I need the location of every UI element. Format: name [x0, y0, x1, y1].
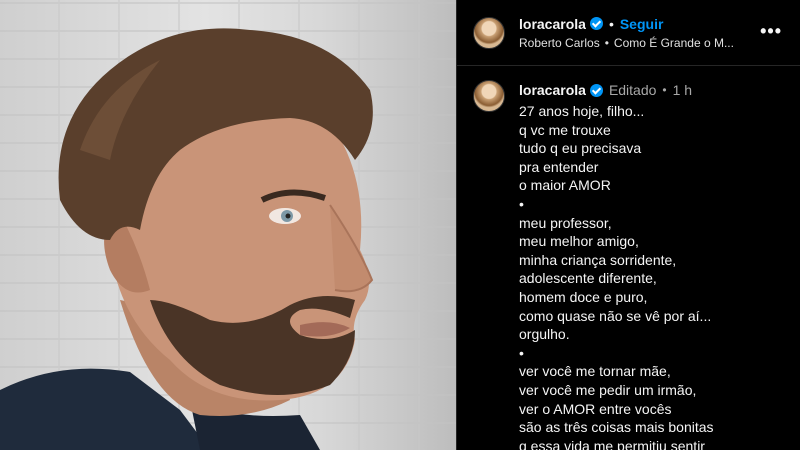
caption-line: orgulho.	[519, 326, 570, 343]
post-header: loracarola • Seguir Roberto Carlos • Com…	[457, 0, 800, 66]
caption-line: q essa vida me permitiu sentir	[519, 437, 705, 450]
audio-title: Como É Grande o M...	[613, 35, 734, 50]
separator-dot: •	[662, 83, 667, 97]
caption-line: meu professor,	[519, 214, 612, 231]
man-profile-image	[0, 28, 374, 450]
caption-line: •	[519, 344, 524, 361]
separator-dot: •	[608, 15, 614, 32]
caption-line: ver você me tornar mãe,	[519, 363, 671, 380]
avatar[interactable]	[473, 16, 505, 49]
caption-line: como quase não se vê por aí...	[519, 307, 712, 324]
caption-line: adolescente diferente,	[519, 270, 657, 287]
caption-line: ver você me pedir um irmão,	[519, 381, 697, 398]
audio-info[interactable]: Roberto Carlos • Como É Grande o M...	[519, 37, 734, 49]
caption-text: 27 anos hoje, filho... q vc me trouxe tudo…	[519, 102, 714, 450]
separator-dot: •	[604, 35, 609, 50]
caption-line: o maior AMOR	[519, 177, 611, 194]
caption-line: 27 anos hoje, filho...	[519, 103, 645, 119]
verified-icon	[589, 83, 603, 97]
caption-username[interactable]: loracarola	[519, 82, 586, 98]
audio-artist: Roberto Carlos	[519, 35, 600, 50]
caption: loracarola Editado • 1 h 27 anos hoje, f…	[457, 66, 800, 450]
post-sidebar: loracarola • Seguir Roberto Carlos • Com…	[456, 0, 800, 450]
caption-line: minha criança sorridente,	[519, 251, 677, 268]
post-time[interactable]: 1 h	[673, 82, 692, 98]
caption-line: meu melhor amigo,	[519, 233, 639, 250]
header-username[interactable]: loracarola	[519, 17, 586, 31]
caption-line: homem doce e puro,	[519, 288, 648, 305]
caption-line: •	[519, 195, 524, 212]
caption-line: q vc me trouxe	[519, 121, 611, 138]
verified-icon	[589, 17, 603, 30]
more-options-icon[interactable]: •••	[760, 22, 782, 40]
caption-line: ver o AMOR entre vocês	[519, 400, 672, 417]
caption-line: pra entender	[519, 158, 599, 175]
post-photo[interactable]	[0, 0, 456, 450]
follow-button[interactable]: Seguir	[620, 17, 664, 31]
avatar[interactable]	[473, 80, 505, 112]
edited-label: Editado	[608, 82, 657, 98]
caption-line: são as três coisas mais bonitas	[519, 419, 714, 436]
caption-line: tudo q eu precisava	[519, 140, 642, 157]
